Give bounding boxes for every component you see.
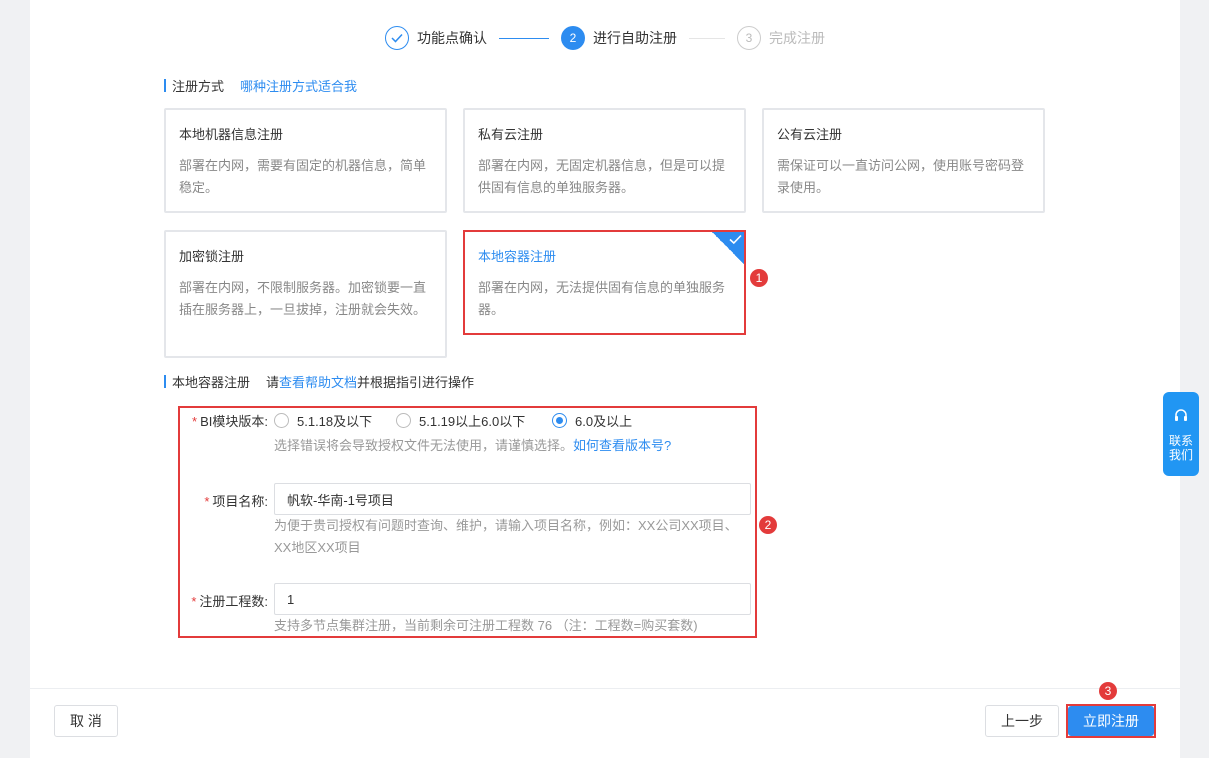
- card-public-cloud[interactable]: 公有云注册 需保证可以一直访问公网，使用账号密码登录使用。: [762, 108, 1045, 213]
- contact-line-2: 我们: [1168, 448, 1193, 462]
- section-bar: [164, 375, 166, 388]
- card-title: 本地机器信息注册: [179, 127, 284, 142]
- version-radio-1[interactable]: 5.1.18及以下: [274, 411, 372, 430]
- contact-line-1: 联系: [1168, 434, 1193, 448]
- step-1-check-icon: [385, 26, 409, 50]
- card-title: 公有云注册: [777, 127, 843, 142]
- card-desc: 部署在内网，无法提供固有信息的单独服务器。: [478, 280, 726, 317]
- headset-icon: [1175, 409, 1187, 421]
- selected-check-icon: [711, 231, 745, 265]
- card-local-machine[interactable]: 本地机器信息注册 部署在内网，需要有固定的机器信息，简单稳定。: [164, 108, 447, 213]
- annotation-badge-2: 2: [759, 516, 777, 534]
- card-dongle[interactable]: 加密锁注册 部署在内网，不限制服务器。加密锁要一直插在服务器上，一旦拔掉，注册就…: [164, 230, 447, 358]
- step-connector: [689, 37, 725, 39]
- step-3-number: 3: [737, 26, 761, 50]
- project-label: * 项目名称:: [204, 494, 268, 509]
- annotation-badge-1: 1: [750, 269, 768, 287]
- step-3-label: 完成注册: [769, 30, 825, 46]
- version-label: * BI模块版本:: [192, 414, 268, 429]
- step-connector: [499, 37, 549, 39]
- step-2-number: 2: [561, 26, 585, 50]
- count-hint: 支持多节点集群注册，当前剩余可注册工程数 76 （注：工程数=购买套数): [274, 618, 698, 633]
- main-panel: 功能点确认 2 进行自助注册 3 完成注册 注册方式 哪种注册方式适合我 本地机…: [30, 0, 1180, 758]
- card-desc: 部署在内网，不限制服务器。加密锁要一直插在服务器上，一旦拔掉，注册就会失效。: [179, 280, 427, 317]
- prev-step-button[interactable]: 上一步: [985, 705, 1059, 737]
- step-2-label: 进行自助注册: [593, 30, 677, 46]
- container-section-title: 本地容器注册: [172, 375, 251, 390]
- step-1-label: 功能点确认: [417, 30, 487, 46]
- card-desc: 部署在内网，无固定机器信息，但是可以提供固有信息的单独服务器。: [478, 158, 726, 195]
- version-hint: 选择错误将会导致授权文件无法使用，请谨慎选择。如何查看版本号?: [274, 438, 672, 453]
- project-count-input[interactable]: [274, 583, 751, 615]
- card-desc: 部署在内网，需要有固定的机器信息，简单稳定。: [179, 158, 427, 195]
- card-private-cloud[interactable]: 私有云注册 部署在内网，无固定机器信息，但是可以提供固有信息的单独服务器。: [463, 108, 746, 213]
- which-method-link[interactable]: 哪种注册方式适合我: [240, 76, 357, 95]
- footer-bar: 取 消 上一步 立即注册: [30, 688, 1180, 758]
- project-hint: 为便于贵司授权有问题时查询、维护，请输入项目名称，例如：XX公司XX项目、XX地…: [274, 518, 738, 555]
- card-title: 本地容器注册: [478, 249, 557, 264]
- section-bar: [164, 79, 166, 92]
- help-doc-link[interactable]: 查看帮助文档: [279, 372, 357, 391]
- project-name-input[interactable]: [274, 483, 751, 515]
- radio-circle-selected[interactable]: [552, 413, 567, 428]
- card-local-container[interactable]: 本地容器注册 部署在内网，无法提供固有信息的单独服务器。: [463, 230, 746, 335]
- card-desc: 需保证可以一直访问公网，使用账号密码登录使用。: [777, 158, 1025, 195]
- container-section-suffix: 并根据指引进行操作: [357, 375, 475, 390]
- contact-us-widget[interactable]: 联系 我们: [1163, 392, 1199, 476]
- reg-method-title: 注册方式: [172, 79, 225, 94]
- radio-circle[interactable]: [396, 413, 411, 428]
- version-radio-3[interactable]: 6.0及以上: [552, 411, 632, 430]
- cancel-button[interactable]: 取 消: [54, 705, 118, 737]
- annotation-badge-3: 3: [1099, 682, 1117, 700]
- radio-circle[interactable]: [274, 413, 289, 428]
- register-now-button[interactable]: 立即注册: [1068, 706, 1154, 736]
- card-title: 加密锁注册: [179, 249, 245, 264]
- version-help-link[interactable]: 如何查看版本号?: [573, 438, 671, 453]
- container-section-heading: 本地容器注册 请 查看帮助文档 并根据指引进行操作: [164, 372, 474, 391]
- version-radio-2[interactable]: 5.1.19以上6.0以下: [396, 411, 525, 430]
- reg-method-heading: 注册方式 哪种注册方式适合我: [164, 76, 357, 95]
- count-label: * 注册工程数:: [191, 594, 268, 609]
- container-section-prefix: 请: [266, 375, 280, 390]
- card-title: 私有云注册: [478, 127, 544, 142]
- steps-bar: 功能点确认 2 进行自助注册 3 完成注册: [385, 25, 825, 51]
